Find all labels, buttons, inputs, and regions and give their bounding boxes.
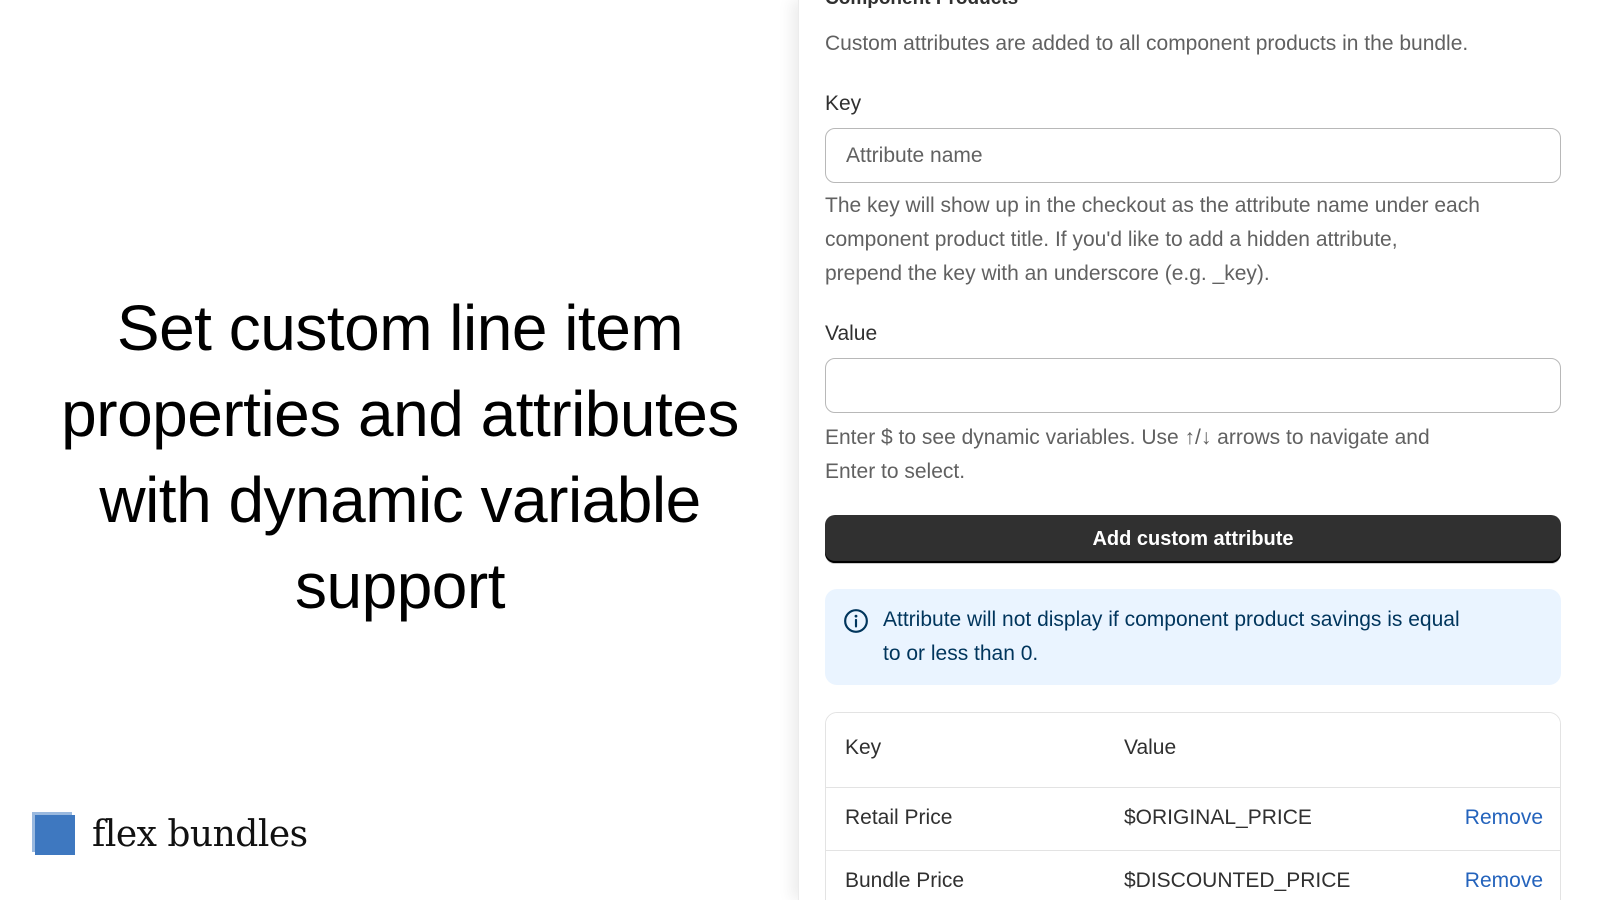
row-value: $DISCOUNTED_PRICE <box>1124 869 1351 892</box>
info-banner-text: Attribute will not display if component … <box>883 603 1553 671</box>
column-header-value: Value <box>1124 736 1177 759</box>
help-line: Enter to select. <box>825 460 966 483</box>
section-title: Component Products <box>825 0 1018 10</box>
headline-line: with dynamic variable <box>99 464 701 536</box>
brand: flex bundles <box>32 812 308 856</box>
help-line: Enter $ to see dynamic variables. Use ↑/… <box>825 426 1430 449</box>
headline-line: Set custom line item <box>116 292 684 364</box>
brand-name: flex bundles <box>92 813 308 855</box>
row-key: Bundle Price <box>845 869 965 892</box>
column-header-key: Key <box>845 736 882 759</box>
table-row: Bundle Price $DISCOUNTED_PRICE Remove <box>826 850 1560 900</box>
brand-logo-icon <box>32 812 76 856</box>
remove-link[interactable]: Remove <box>1465 869 1543 893</box>
banner-line: Attribute will not display if component … <box>883 608 1460 631</box>
info-circle-icon <box>844 609 868 633</box>
row-key: Retail Price <box>845 806 953 829</box>
value-input[interactable] <box>825 358 1561 413</box>
section-description: Custom attributes are added to all compo… <box>825 32 1469 55</box>
headline-line: properties and attributes <box>61 378 739 450</box>
key-help-text: The key will show up in the checkout as … <box>825 189 1565 291</box>
promo-headline: Set custom line item properties and attr… <box>40 285 760 629</box>
info-banner: Attribute will not display if component … <box>825 589 1561 685</box>
add-custom-attribute-button[interactable]: Add custom attribute <box>825 515 1561 563</box>
help-line: prepend the key with an underscore (e.g.… <box>825 262 1270 285</box>
key-label: Key <box>825 92 862 115</box>
custom-attributes-panel: Component Products Custom attributes are… <box>798 0 1600 900</box>
table-row: Retail Price $ORIGINAL_PRICE Remove <box>826 787 1560 850</box>
value-help-text: Enter $ to see dynamic variables. Use ↑/… <box>825 421 1565 489</box>
help-line: component product title. If you'd like t… <box>825 228 1398 251</box>
help-line: The key will show up in the checkout as … <box>825 194 1480 217</box>
table-header-row: Key Value <box>826 713 1560 787</box>
promo-panel: Set custom line item properties and attr… <box>0 0 800 900</box>
row-value: $ORIGINAL_PRICE <box>1124 806 1312 829</box>
attributes-table: Key Value Retail Price $ORIGINAL_PRICE R… <box>825 712 1561 900</box>
key-input[interactable] <box>825 128 1561 183</box>
value-label: Value <box>825 322 878 345</box>
remove-link[interactable]: Remove <box>1465 806 1543 830</box>
headline-line: support <box>295 550 505 622</box>
banner-line: to or less than 0. <box>883 642 1039 665</box>
